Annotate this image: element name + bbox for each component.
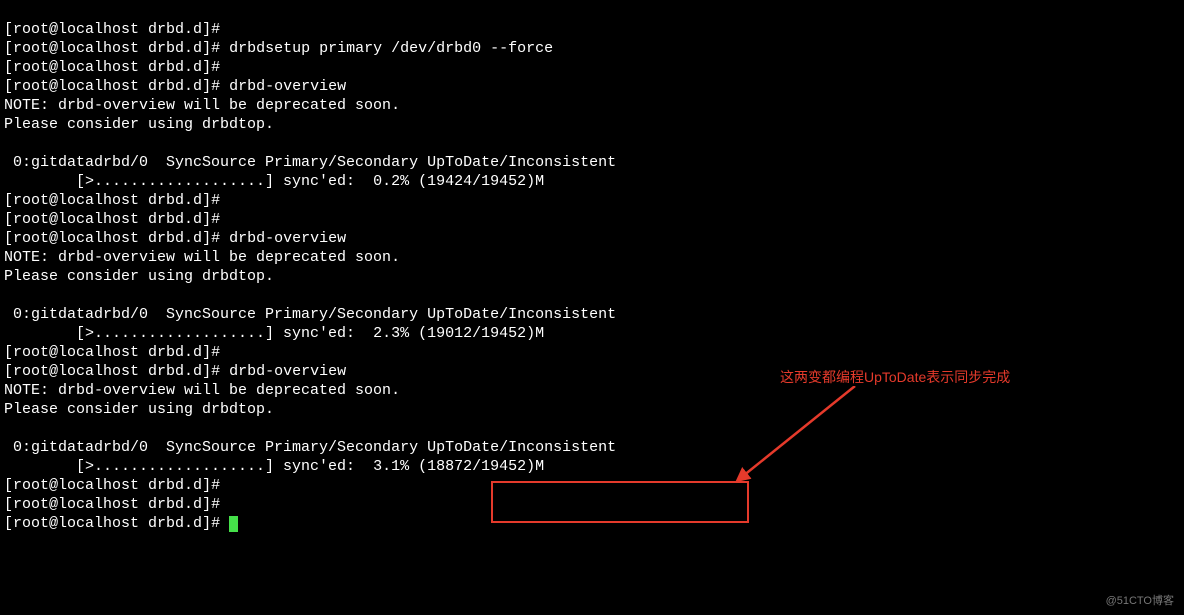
cmd-text: drbd-overview (229, 363, 346, 380)
output-line: NOTE: drbd-overview will be deprecated s… (4, 382, 400, 399)
prompt[interactable]: [root@localhost drbd.d]# (4, 192, 229, 209)
watermark: @51CTO博客 (1106, 592, 1174, 611)
prompt[interactable]: [root@localhost drbd.d]# (4, 21, 229, 38)
prompt[interactable]: [root@localhost drbd.d]# (4, 515, 229, 532)
prompt[interactable]: [root@localhost drbd.d]# (4, 477, 229, 494)
output-line: 0:gitdatadrbd/0 SyncSource Primary/Secon… (4, 439, 616, 456)
output-line: 0:gitdatadrbd/0 SyncSource Primary/Secon… (4, 306, 616, 323)
cmd-text: drbd-overview (229, 78, 346, 95)
prompt[interactable]: [root@localhost drbd.d]# (4, 344, 229, 361)
prompt[interactable]: [root@localhost drbd.d]# (4, 211, 229, 228)
output-line: Please consider using drbdtop. (4, 401, 274, 418)
output-line: Please consider using drbdtop. (4, 116, 274, 133)
annotation-text: 这两变都编程UpToDate表示同步完成 (780, 368, 1010, 387)
cmd-text: drbd-overview (229, 230, 346, 247)
prompt[interactable]: [root@localhost drbd.d]# (4, 59, 229, 76)
output-line: 0:gitdatadrbd/0 SyncSource Primary/Secon… (4, 154, 616, 171)
prompt[interactable]: [root@localhost drbd.d]# (4, 496, 229, 513)
prompt[interactable]: [root@localhost drbd.d]# (4, 78, 229, 95)
prompt[interactable]: [root@localhost drbd.d]# (4, 363, 229, 380)
cursor[interactable] (229, 516, 238, 532)
output-line: NOTE: drbd-overview will be deprecated s… (4, 97, 400, 114)
output-line: NOTE: drbd-overview will be deprecated s… (4, 249, 400, 266)
output-line: Please consider using drbdtop. (4, 268, 274, 285)
output-line: [>...................] sync'ed: 2.3% (19… (4, 325, 544, 342)
output-line: [>...................] sync'ed: 3.1% (18… (4, 458, 544, 475)
terminal-output: [root@localhost drbd.d]# [root@localhost… (0, 0, 1184, 534)
output-line: [>...................] sync'ed: 0.2% (19… (4, 173, 544, 190)
cmd-text: drbdsetup primary /dev/drbd0 --force (229, 40, 553, 57)
prompt[interactable]: [root@localhost drbd.d]# (4, 230, 229, 247)
prompt[interactable]: [root@localhost drbd.d]# (4, 40, 229, 57)
